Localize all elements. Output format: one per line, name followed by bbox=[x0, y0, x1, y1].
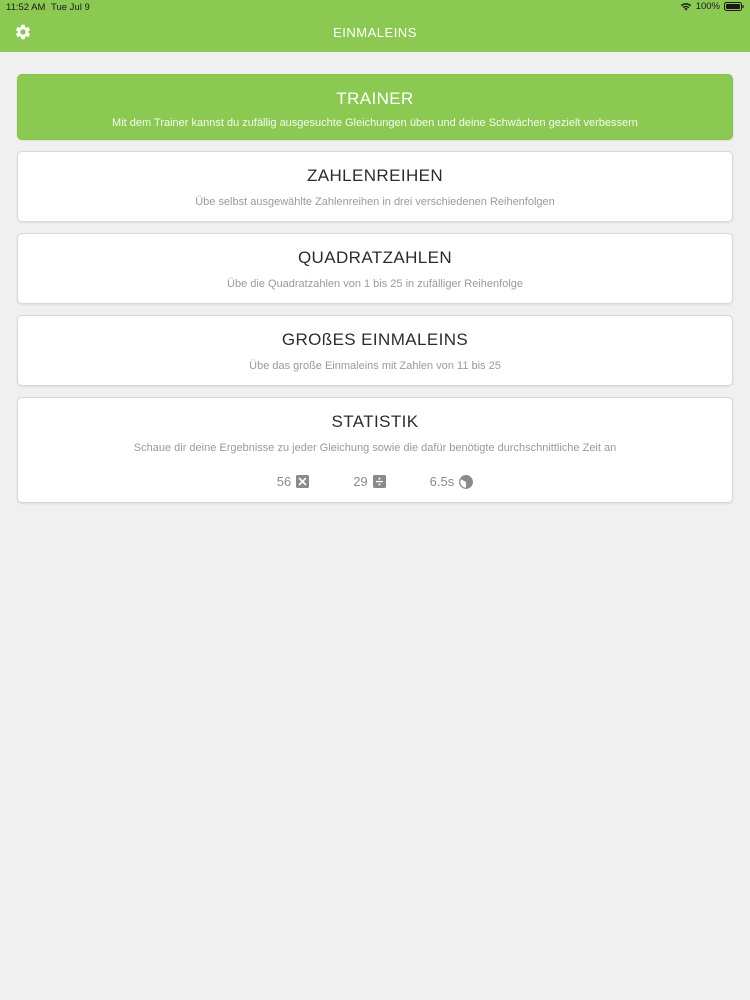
statistik-title: STATISTIK bbox=[331, 412, 419, 431]
trainer-description: Mit dem Trainer kannst du zufällig ausge… bbox=[112, 117, 638, 129]
divide-icon bbox=[372, 475, 386, 488]
zahlenreihen-description: Übe selbst ausgewählte Zahlenreihen in d… bbox=[195, 196, 555, 208]
status-bar: 11:52 AM Tue Jul 9 100% bbox=[0, 0, 750, 14]
quadratzahlen-description: Übe die Quadratzahlen von 1 bis 25 in zu… bbox=[227, 278, 523, 290]
statistik-card[interactable]: STATISTIK Schaue dir deine Ergebnisse zu… bbox=[17, 397, 733, 503]
statistik-description: Schaue dir deine Ergebnisse zu jeder Gle… bbox=[133, 442, 617, 454]
battery-icon bbox=[724, 2, 744, 11]
battery-percent: 100% bbox=[695, 1, 720, 12]
wifi-icon bbox=[680, 2, 692, 11]
multiply-icon bbox=[296, 475, 310, 488]
status-date: Tue Jul 9 bbox=[51, 2, 90, 13]
trainer-card[interactable]: TRAINER Mit dem Trainer kannst du zufäll… bbox=[17, 74, 733, 140]
time-stat: 6.5s bbox=[430, 474, 474, 489]
quadratzahlen-title: QUADRATZAHLEN bbox=[297, 248, 453, 267]
navigation-bar: EINMALEINS bbox=[0, 14, 750, 52]
status-right: 100% bbox=[680, 1, 744, 12]
clock-icon bbox=[459, 474, 474, 489]
page-title: EINMALEINS bbox=[333, 25, 417, 40]
trainer-title: TRAINER bbox=[336, 89, 414, 108]
quadratzahlen-card[interactable]: QUADRATZAHLEN Übe die Quadratzahlen von … bbox=[17, 233, 733, 304]
grosses-einmaleins-description: Übe das große Einmaleins mit Zahlen von … bbox=[249, 360, 501, 372]
average-time: 6.5s bbox=[429, 474, 455, 489]
status-time: 11:52 AM bbox=[6, 2, 46, 13]
stats-row: 56 29 6.5s bbox=[18, 474, 732, 489]
divide-count: 29 bbox=[353, 474, 368, 489]
grosses-einmaleins-title: GROßES EINMALEINS bbox=[281, 330, 469, 349]
divide-stat: 29 bbox=[353, 474, 386, 489]
zahlenreihen-card[interactable]: ZAHLENREIHEN Übe selbst ausgewählte Zahl… bbox=[17, 151, 733, 222]
app-header: 11:52 AM Tue Jul 9 100% EINMALEINS bbox=[0, 0, 750, 52]
multiply-stat: 56 bbox=[276, 474, 310, 489]
zahlenreihen-title: ZAHLENREIHEN bbox=[306, 166, 444, 185]
grosses-einmaleins-card[interactable]: GROßES EINMALEINS Übe das große Einmalei… bbox=[17, 315, 733, 386]
multiply-count: 56 bbox=[276, 474, 292, 489]
